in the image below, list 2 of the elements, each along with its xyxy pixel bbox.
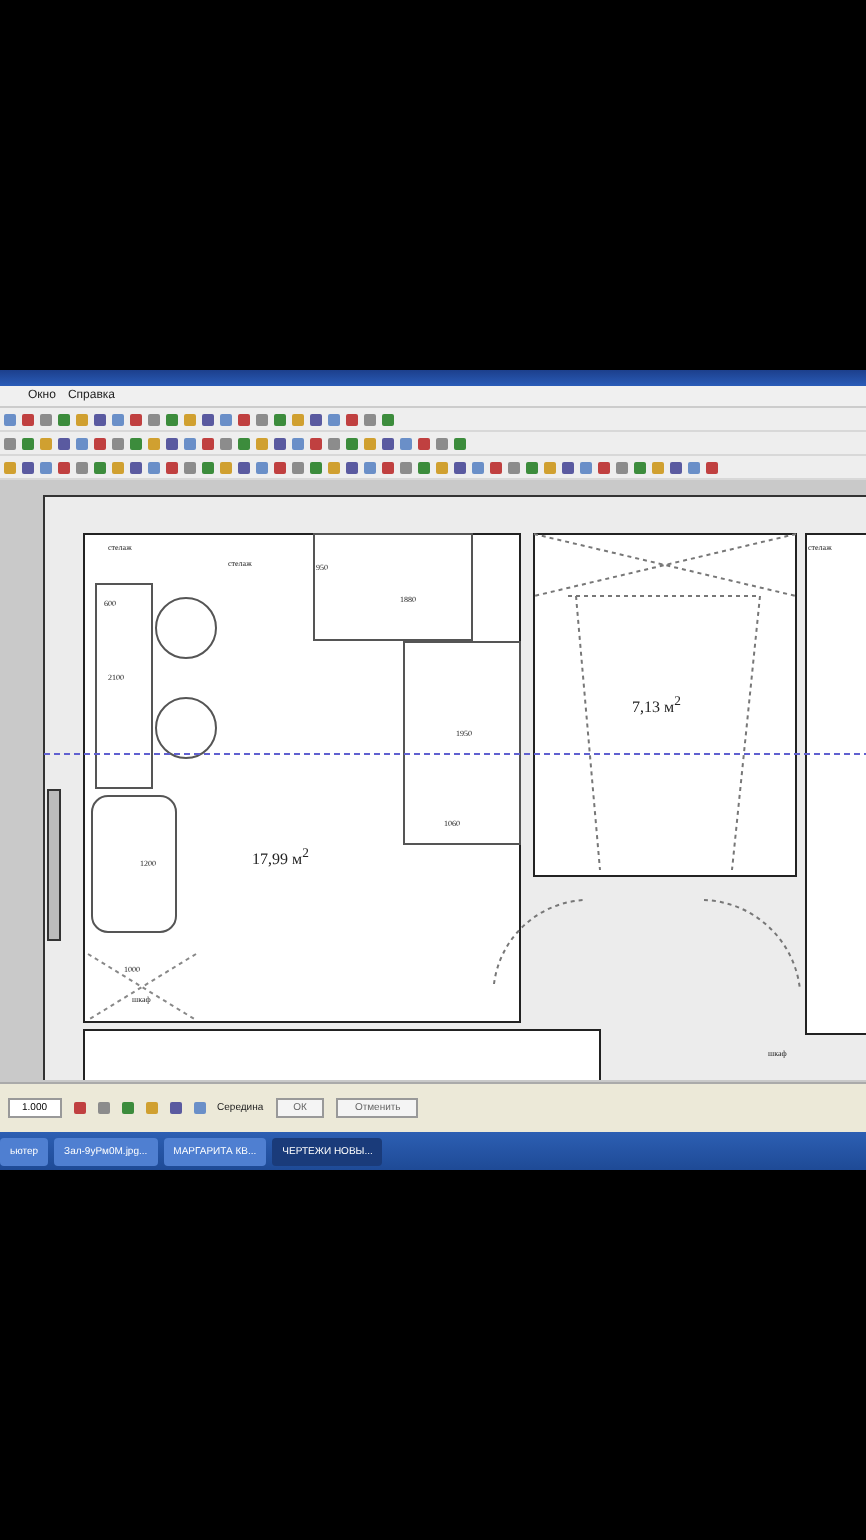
room-area: 7,13 м$^{2}$ [632, 696, 681, 716]
room-area: 17,99 м$^{2}$ [252, 848, 309, 868]
